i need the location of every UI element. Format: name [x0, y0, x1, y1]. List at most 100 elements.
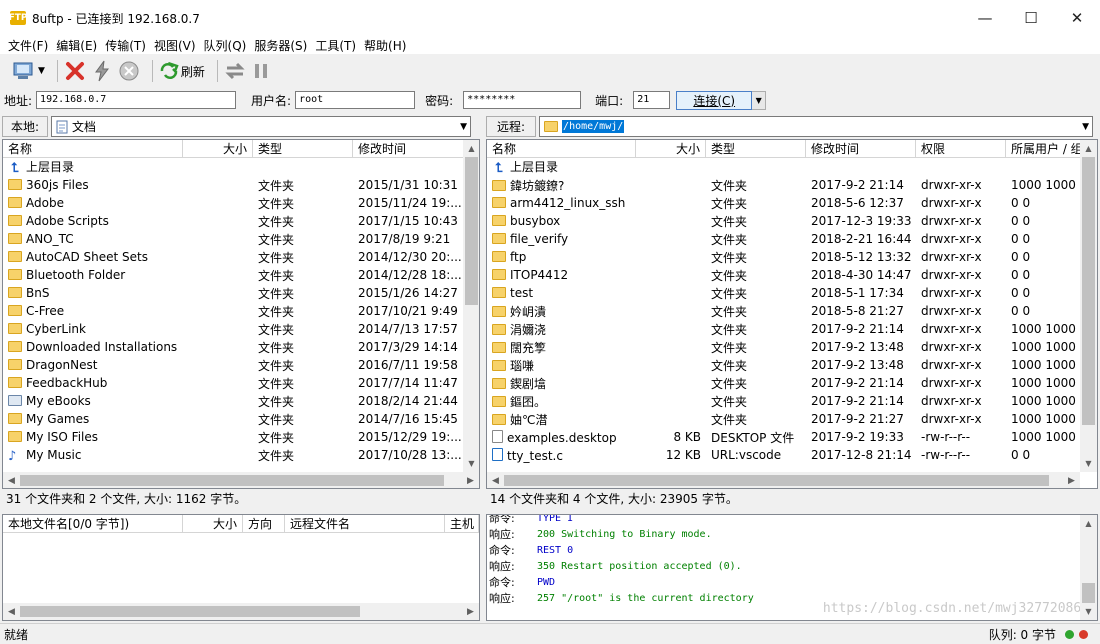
table-row[interactable]: CyberLink 文件夹 2014/7/13 17:57 — [3, 320, 465, 338]
chevron-down-icon[interactable]: ▼ — [38, 58, 45, 84]
connect-dropdown-icon[interactable]: ▼ — [752, 90, 767, 110]
queue-col-host[interactable]: 主机 — [445, 515, 479, 533]
scroll-right-icon[interactable]: ▶ — [1063, 472, 1080, 488]
menu-help[interactable]: 帮助(H) — [362, 37, 412, 54]
scroll-up-icon[interactable]: ▲ — [463, 140, 479, 157]
password-input[interactable]: ******** — [463, 91, 582, 109]
table-row[interactable]: 妯℃澘 文件夹 2017-9-2 21:27 drwxr-xr-x 1000 1000 — [487, 410, 1081, 428]
address-input[interactable]: 192.168.0.7 — [36, 91, 237, 109]
table-row[interactable]: FeedbackHub 文件夹 2017/7/14 11:47 — [3, 374, 465, 392]
scroll-up-icon[interactable]: ▲ — [1080, 515, 1097, 532]
queue-col-direction[interactable]: 方向 — [243, 515, 285, 533]
table-row[interactable]: BnS 文件夹 2015/1/26 14:27 — [3, 284, 465, 302]
menu-queue[interactable]: 队列(Q) — [202, 37, 253, 54]
table-row[interactable]: 涓嬭浇 文件夹 2017-9-2 21:14 drwxr-xr-x 1000 1000 — [487, 320, 1081, 338]
table-row[interactable]: Downloaded Installations 文件夹 2017/3/29 14:… — [3, 338, 465, 356]
scroll-down-icon[interactable]: ▼ — [463, 455, 479, 472]
local-col-type[interactable]: 类型 — [253, 140, 353, 158]
table-row[interactable]: ftp 文件夹 2018-5-12 13:32 drwxr-xr-x 0 0 — [487, 248, 1081, 266]
parent-directory-row[interactable]: ⮤ 上层目录 — [3, 158, 465, 176]
remote-col-permissions[interactable]: 权限 — [916, 140, 1006, 158]
close-button[interactable]: ✕ — [1054, 0, 1100, 36]
maximize-button[interactable]: ☐ — [1008, 0, 1054, 36]
minimize-button[interactable]: — — [962, 0, 1008, 36]
local-vscroll-thumb[interactable] — [465, 157, 478, 305]
queue-col-remote-name[interactable]: 远程文件名 — [285, 515, 445, 533]
table-row[interactable]: 瑙嗛 文件夹 2017-9-2 13:48 drwxr-xr-x 1000 1000 — [487, 356, 1081, 374]
transfer-button[interactable] — [224, 58, 246, 84]
scroll-down-icon[interactable]: ▼ — [1080, 455, 1097, 472]
menu-tools[interactable]: 工具(T) — [313, 37, 362, 54]
pause-button[interactable] — [252, 58, 270, 84]
local-path-combo[interactable]: 文档 ▼ — [51, 116, 472, 137]
site-manager-button[interactable] — [12, 58, 36, 84]
table-row[interactable]: file_verify 文件夹 2018-2-21 16:44 drwxr-xr-x 0… — [487, 230, 1081, 248]
table-row[interactable]: DragonNest 文件夹 2016/7/11 19:58 — [3, 356, 465, 374]
connect-button[interactable]: 连接(C) — [676, 90, 753, 110]
port-input[interactable]: 21 — [633, 91, 671, 109]
table-row[interactable]: 鍥剧墖 文件夹 2017-9-2 21:14 drwxr-xr-x 1000 1000 — [487, 374, 1081, 392]
stop-button[interactable] — [118, 58, 140, 84]
queue-hscrollbar[interactable]: ◀ ▶ — [3, 603, 479, 620]
table-row[interactable]: My eBooks 文件夹 2018/2/14 21:44 — [3, 392, 465, 410]
scroll-right-icon[interactable]: ▶ — [462, 472, 479, 488]
table-row[interactable]: busybox 文件夹 2017-12-3 19:33 drwxr-xr-x 0 0 — [487, 212, 1081, 230]
remote-col-modified[interactable]: 修改时间 — [806, 140, 916, 158]
table-row[interactable]: tty_test.c 12 KB URL:vscode 2017-12-8 21:14… — [487, 446, 1081, 464]
scroll-left-icon[interactable]: ◀ — [3, 472, 20, 488]
table-row[interactable]: AutoCAD Sheet Sets 文件夹 2014/12/30 20:... — [3, 248, 465, 266]
local-col-modified[interactable]: 修改时间 — [353, 140, 465, 158]
table-row[interactable]: ANO_TC 文件夹 2017/8/19 9:21 — [3, 230, 465, 248]
queue-col-size[interactable]: 大小 — [183, 515, 243, 533]
queue-col-local-name[interactable]: 本地文件名[0/0 字节]) — [3, 515, 183, 533]
local-vscrollbar[interactable]: ▲ ▼ — [463, 140, 479, 472]
remote-hscroll-thumb[interactable] — [504, 475, 1049, 486]
local-col-size[interactable]: 大小 — [183, 140, 253, 158]
queue-hscroll-thumb[interactable] — [20, 606, 360, 617]
menu-edit[interactable]: 编辑(E) — [54, 37, 103, 54]
chevron-down-icon[interactable]: ▼ — [1082, 122, 1089, 132]
table-row[interactable]: test 文件夹 2018-5-1 17:34 drwxr-xr-x 0 0 — [487, 284, 1081, 302]
menu-file[interactable]: 文件(F) — [6, 37, 54, 54]
table-row[interactable]: Adobe Scripts 文件夹 2017/1/15 10:43 — [3, 212, 465, 230]
local-hscroll-thumb[interactable] — [20, 475, 444, 486]
table-row[interactable]: 鍏坊鍍鐐? 文件夹 2017-9-2 21:14 drwxr-xr-x 1000 100… — [487, 176, 1081, 194]
table-row[interactable]: My ISO Files 文件夹 2015/12/29 19:... — [3, 428, 465, 446]
disconnect-button[interactable] — [64, 58, 86, 84]
table-row[interactable]: examples.desktop 8 KB DESKTOP 文件 2017-9-2 1… — [487, 428, 1081, 446]
table-row[interactable]: Bluetooth Folder 文件夹 2014/12/28 18:... — [3, 266, 465, 284]
remote-col-size[interactable]: 大小 — [636, 140, 706, 158]
table-row[interactable]: 鏂囨。 文件夹 2017-9-2 21:14 drwxr-xr-x 1000 1000 — [487, 392, 1081, 410]
menu-server[interactable]: 服务器(S) — [252, 37, 313, 54]
chevron-down-icon[interactable]: ▼ — [460, 122, 467, 132]
menu-view[interactable]: 视图(V) — [152, 37, 202, 54]
parent-directory-row[interactable]: ⮤ 上层目录 — [487, 158, 1081, 176]
local-col-name[interactable]: 名称 — [3, 140, 183, 158]
table-row[interactable]: My Games 文件夹 2014/7/16 15:45 — [3, 410, 465, 428]
remote-hscrollbar[interactable]: ◀ ▶ — [487, 472, 1080, 488]
scroll-right-icon[interactable]: ▶ — [462, 603, 479, 620]
remote-col-name[interactable]: 名称 — [487, 140, 636, 158]
local-hscrollbar[interactable]: ◀ ▶ — [3, 472, 479, 488]
table-row[interactable]: Adobe 文件夹 2015/11/24 19:... — [3, 194, 465, 212]
scroll-left-icon[interactable]: ◀ — [3, 603, 20, 620]
refresh-button[interactable]: 刷新 — [159, 58, 205, 84]
table-row[interactable]: 360js Files 文件夹 2015/1/31 10:31 — [3, 176, 465, 194]
scroll-left-icon[interactable]: ◀ — [487, 472, 504, 488]
remote-vscrollbar[interactable]: ▲ ▼ — [1080, 140, 1097, 472]
remote-col-type[interactable]: 类型 — [706, 140, 806, 158]
menu-transfer[interactable]: 传输(T) — [103, 37, 152, 54]
remote-vscroll-thumb[interactable] — [1082, 157, 1095, 425]
log-vscrollbar[interactable]: ▲ ▼ — [1080, 515, 1097, 620]
table-row[interactable]: 妗岄潰 文件夹 2018-5-8 21:27 drwxr-xr-x 0 0 — [487, 302, 1081, 320]
lightning-button[interactable] — [92, 58, 112, 84]
table-row[interactable]: ITOP4412 文件夹 2018-4-30 14:47 drwxr-xr-x 0 0 — [487, 266, 1081, 284]
log-vscroll-thumb[interactable] — [1082, 583, 1095, 603]
table-row[interactable]: arm4412_linux_ssh 文件夹 2018-5-6 12:37 drwxr-… — [487, 194, 1081, 212]
scroll-up-icon[interactable]: ▲ — [1080, 140, 1097, 157]
scroll-down-icon[interactable]: ▼ — [1080, 603, 1097, 620]
user-input[interactable]: root — [295, 91, 416, 109]
table-row[interactable]: ♪ My Music 文件夹 2017/10/28 13:... — [3, 446, 465, 464]
table-row[interactable]: C-Free 文件夹 2017/10/21 9:49 — [3, 302, 465, 320]
remote-path-combo[interactable]: /home/mwj/ ▼ — [539, 116, 1094, 137]
